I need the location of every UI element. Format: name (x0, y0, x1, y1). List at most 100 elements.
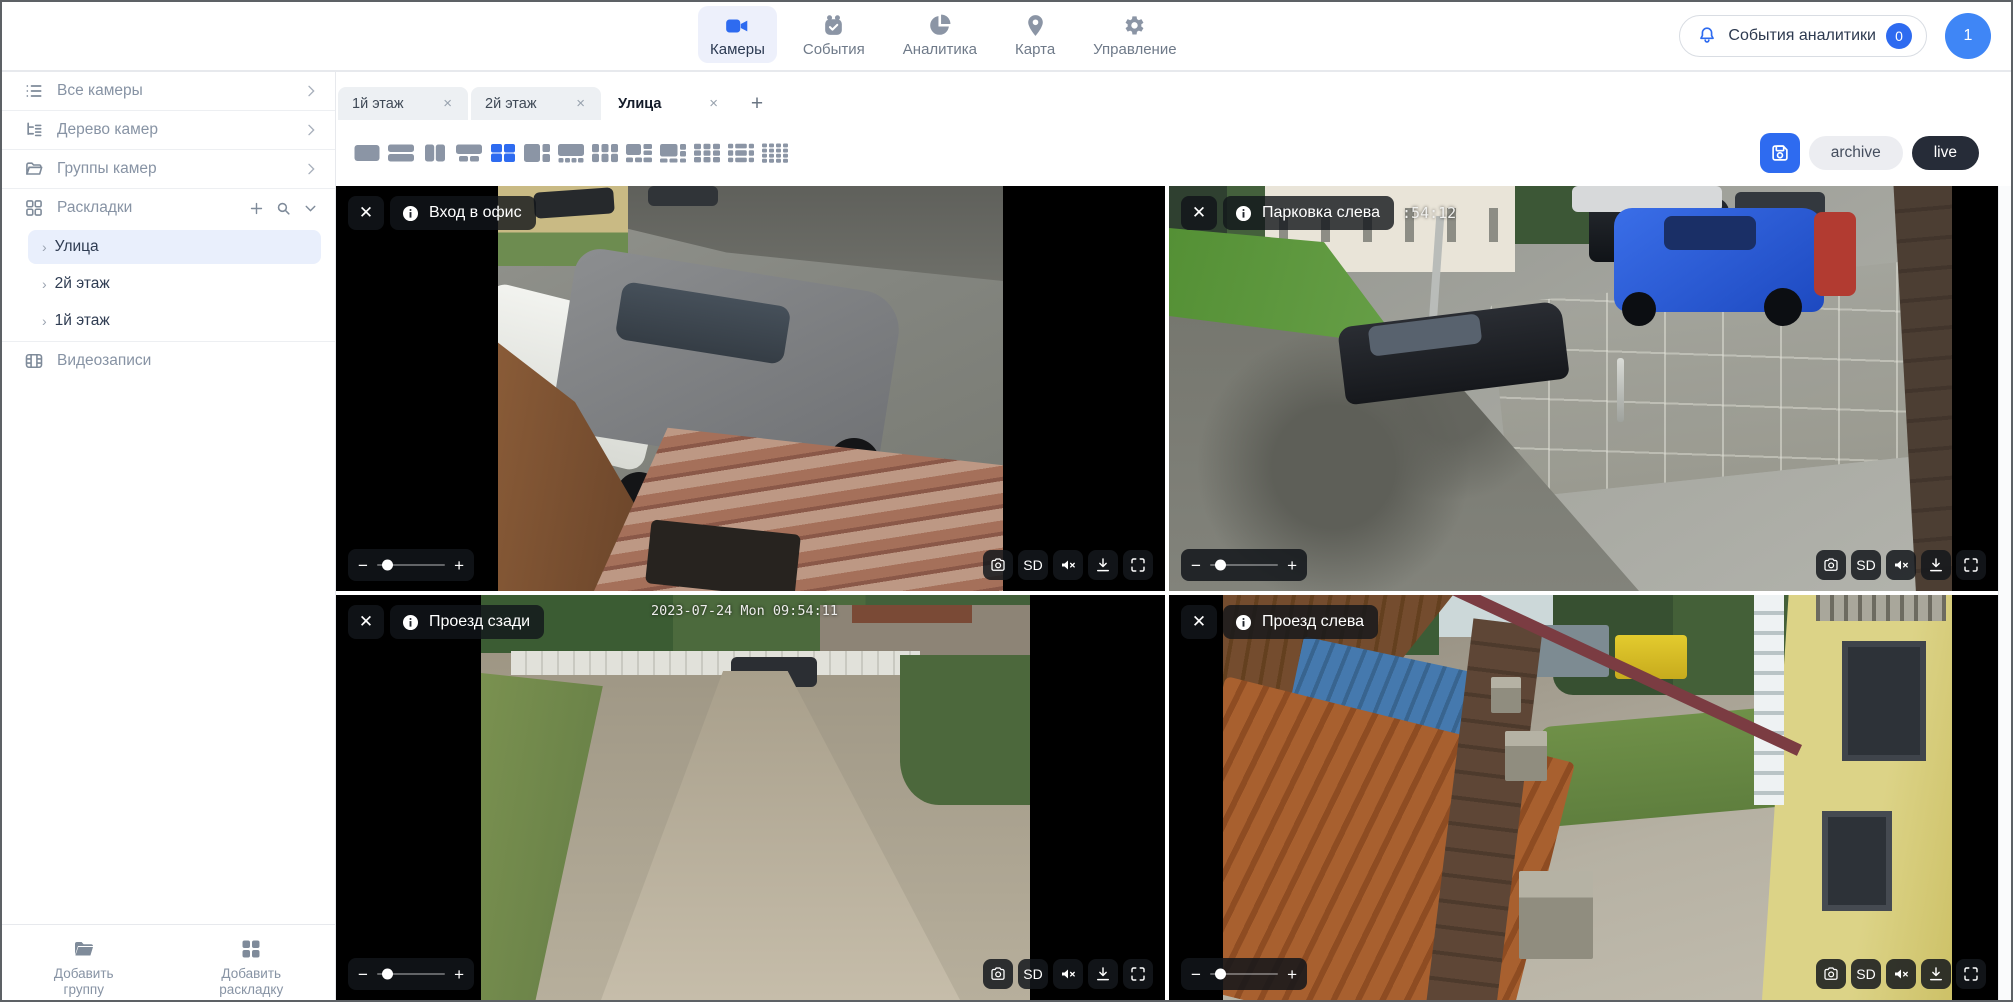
camera-title-pill: Парковка слева (1223, 196, 1394, 230)
snapshot-button[interactable] (983, 550, 1013, 580)
layout-4x4-button[interactable] (761, 141, 789, 165)
layout-2rows-button[interactable] (387, 141, 415, 165)
download-button[interactable] (1921, 550, 1951, 580)
zoom-handle[interactable] (382, 969, 393, 980)
folder-icon (24, 159, 44, 179)
info-icon[interactable] (401, 204, 420, 223)
layouts-actions (248, 200, 319, 217)
fullscreen-button[interactable] (1123, 959, 1153, 989)
layout-1x1-button[interactable] (353, 141, 381, 165)
mute-button[interactable] (1053, 959, 1083, 989)
add-layout-icon[interactable] (248, 200, 265, 217)
zoom-in-button[interactable]: + (1287, 557, 1297, 574)
nav-analytics[interactable]: Аналитика (891, 6, 989, 63)
zoom-track[interactable] (377, 564, 445, 566)
add-layout-button[interactable]: Добавить раскладку (168, 925, 336, 1002)
chevron-down-icon[interactable] (302, 200, 319, 217)
tab-close-icon[interactable]: × (439, 93, 456, 114)
tab-1st-floor[interactable]: 1й этаж × (338, 87, 468, 120)
camera-video[interactable] (1169, 186, 1952, 591)
nav-events[interactable]: События (791, 6, 877, 63)
nav-cameras[interactable]: Камеры (698, 6, 777, 63)
sidebar-item-layouts[interactable]: Раскладки (0, 189, 335, 227)
layout-item-1st-floor[interactable]: › 1й этаж (28, 304, 321, 338)
tree-icon (24, 120, 44, 140)
download-button[interactable] (1088, 550, 1118, 580)
zoom-in-button[interactable]: + (1287, 966, 1297, 983)
snapshot-button[interactable] (1816, 959, 1846, 989)
fullscreen-button[interactable] (1956, 959, 1986, 989)
camera-close-button[interactable]: ✕ (1181, 196, 1217, 230)
add-tab-button[interactable]: + (737, 87, 777, 120)
zoom-track[interactable] (377, 973, 445, 975)
archive-mode-button[interactable]: archive (1809, 136, 1903, 170)
sidebar-item-camera-groups[interactable]: Группы камер (0, 150, 335, 188)
tab-ulitsa[interactable]: Улица × (604, 87, 734, 120)
zoom-out-button[interactable]: − (1191, 557, 1201, 574)
layout-1big-5small-button[interactable] (625, 141, 653, 165)
zoom-in-button[interactable]: + (454, 966, 464, 983)
zoom-out-button[interactable]: − (358, 557, 368, 574)
fullscreen-button[interactable] (1956, 550, 1986, 580)
layout-presets-bar (353, 120, 789, 186)
tab-label: 2й этаж (485, 96, 572, 112)
quality-button[interactable]: SD (1018, 959, 1048, 989)
zoom-out-button[interactable]: − (1191, 966, 1201, 983)
add-group-button[interactable]: Добавить группу (0, 925, 168, 1002)
layout-3x2-button[interactable] (591, 141, 619, 165)
quality-button[interactable]: SD (1851, 959, 1881, 989)
zoom-in-button[interactable]: + (454, 557, 464, 574)
download-button[interactable] (1921, 959, 1951, 989)
layout-1big-2right-button[interactable] (523, 141, 551, 165)
camera-close-button[interactable]: ✕ (1181, 605, 1217, 639)
camera-close-button[interactable]: ✕ (348, 605, 384, 639)
layout-1big-4bottom-button[interactable] (557, 141, 585, 165)
tab-close-icon[interactable]: × (572, 93, 589, 114)
download-button[interactable] (1088, 959, 1118, 989)
layout-item-ulitsa[interactable]: › Улица (28, 230, 321, 264)
save-layout-button[interactable] (1760, 133, 1800, 173)
quality-button[interactable]: SD (1018, 550, 1048, 580)
layout-3x3-button[interactable] (693, 141, 721, 165)
sidebar-item-camera-tree[interactable]: Дерево камер (0, 111, 335, 149)
mute-button[interactable] (1886, 550, 1916, 580)
mute-button[interactable] (1886, 959, 1916, 989)
live-mode-button[interactable]: live (1912, 136, 1979, 170)
layout-1big-7small-button[interactable] (659, 141, 687, 165)
nav-map[interactable]: Карта (1003, 6, 1067, 63)
fullscreen-button[interactable] (1123, 550, 1153, 580)
layout-bigcenter-button[interactable] (727, 141, 755, 165)
camera-video[interactable] (1223, 595, 1952, 1000)
sidebar-item-recordings[interactable]: Видеозаписи (0, 342, 335, 380)
info-icon[interactable] (1234, 613, 1253, 632)
info-icon[interactable] (401, 613, 420, 632)
layout-2cols-button[interactable] (421, 141, 449, 165)
quality-button[interactable]: SD (1851, 550, 1881, 580)
search-icon[interactable] (275, 200, 292, 217)
layout-2x2-button[interactable] (489, 141, 517, 165)
zoom-track[interactable] (1210, 973, 1278, 975)
tab-close-icon[interactable]: × (705, 93, 722, 114)
analytics-events-button[interactable]: События аналитики 0 (1679, 15, 1927, 57)
video-concrete-block (1505, 731, 1547, 781)
camera-video[interactable] (498, 186, 1003, 591)
user-avatar[interactable]: 1 (1945, 13, 1991, 59)
zoom-out-button[interactable]: − (358, 966, 368, 983)
tab-2nd-floor[interactable]: 2й этаж × (471, 87, 601, 120)
info-icon[interactable] (1234, 204, 1253, 223)
scrollbar[interactable] (1998, 186, 2011, 1000)
layout-1plus2-button[interactable] (455, 141, 483, 165)
snapshot-button[interactable] (983, 959, 1013, 989)
camera-title: Проезд сзади (429, 613, 530, 631)
zoom-handle[interactable] (1215, 969, 1226, 980)
zoom-track[interactable] (1210, 564, 1278, 566)
camera-close-button[interactable]: ✕ (348, 196, 384, 230)
sidebar-item-all-cameras[interactable]: Все камеры (0, 72, 335, 110)
layout-item-2nd-floor[interactable]: › 2й этаж (28, 267, 321, 301)
snapshot-button[interactable] (1816, 550, 1846, 580)
zoom-handle[interactable] (382, 560, 393, 571)
nav-management[interactable]: Управление (1081, 6, 1188, 63)
camera-video[interactable] (481, 595, 1030, 1000)
zoom-handle[interactable] (1215, 560, 1226, 571)
mute-button[interactable] (1053, 550, 1083, 580)
